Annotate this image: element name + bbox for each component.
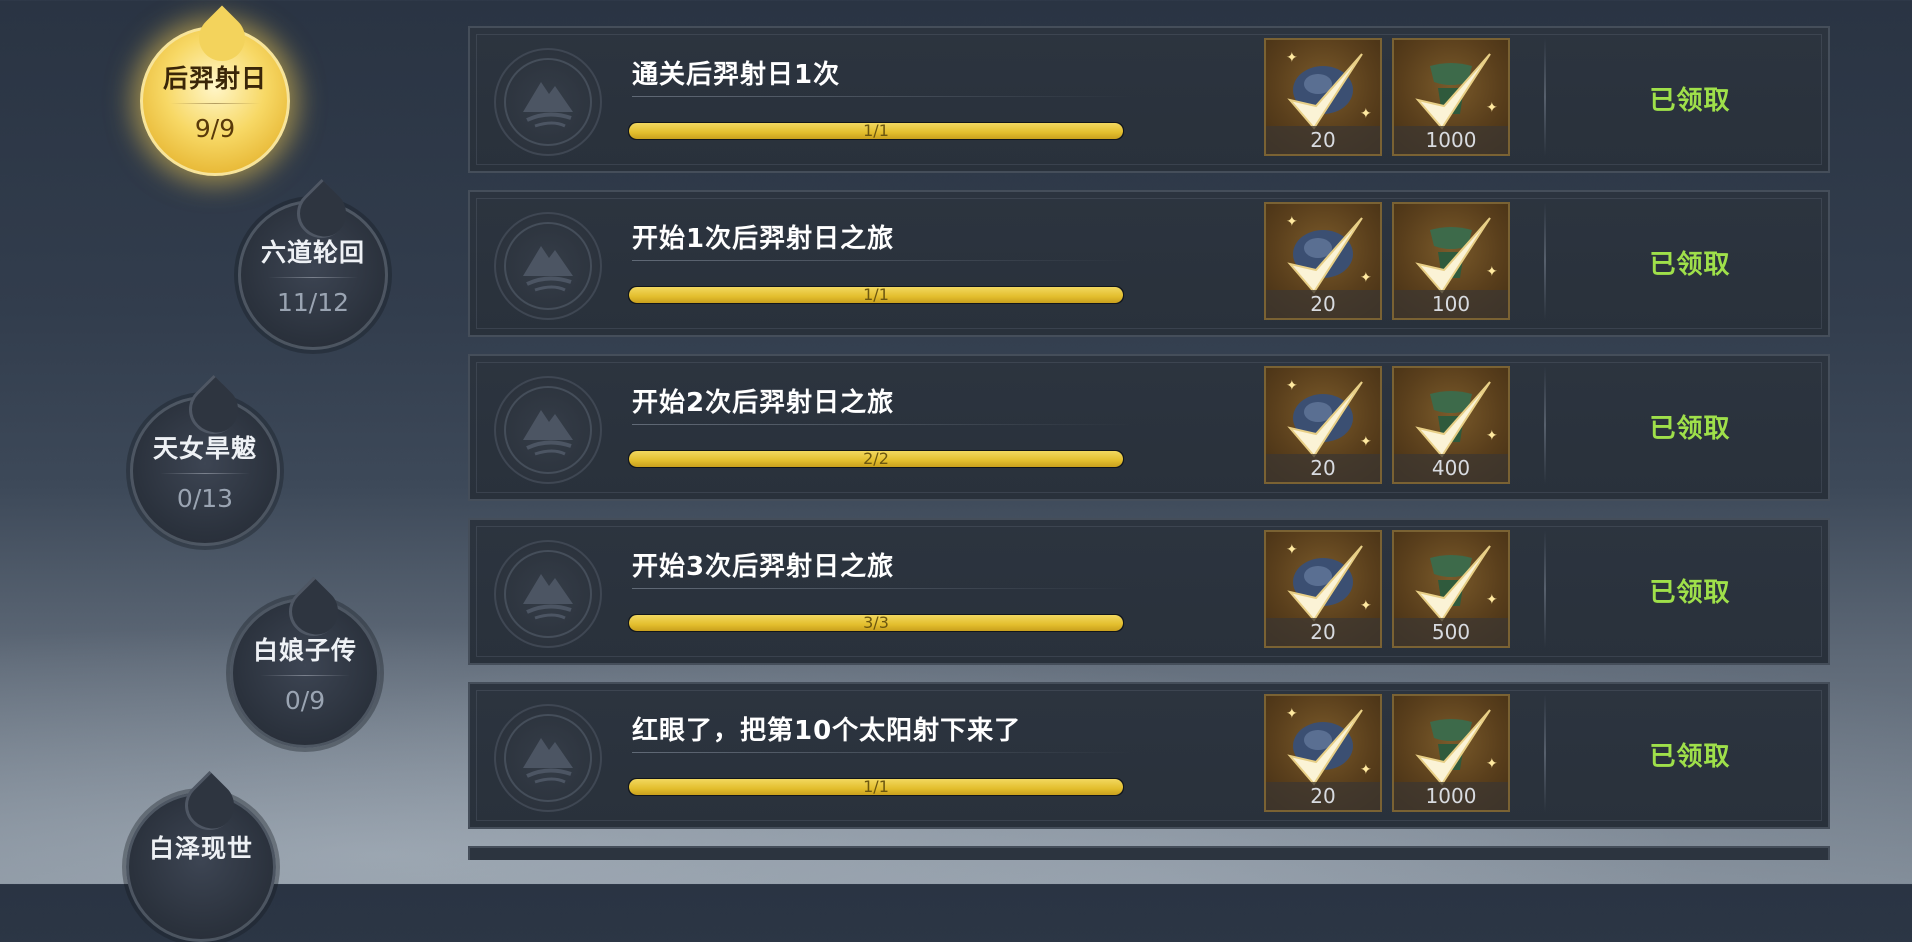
card-divider <box>1544 202 1546 320</box>
task-card: 红眼了，把第10个太阳射下来了 1/1 ✦ ✦ 20 ✦ 1000 已领取 <box>468 682 1830 829</box>
chapter-separator <box>260 675 350 676</box>
progress-label: 2/2 <box>863 450 889 468</box>
claimed-status: 已领取 <box>1649 86 1731 116</box>
check-icon <box>1415 53 1491 130</box>
check-icon <box>1415 381 1491 458</box>
reward-slot[interactable]: ✦ 1000 <box>1392 38 1510 156</box>
reward-slot[interactable]: ✦ ✦ 20 <box>1264 694 1382 812</box>
card-divider <box>1544 694 1546 812</box>
mountain-emblem-icon <box>494 704 602 812</box>
title-underline <box>632 96 1132 97</box>
check-icon <box>1415 545 1491 622</box>
mountain-emblem-icon <box>494 48 602 156</box>
claimed-status: 已领取 <box>1649 742 1731 772</box>
task-title: 通关后羿射日1次 <box>632 60 841 90</box>
reward-quantity: 20 <box>1266 618 1380 646</box>
chapter-progress: 0/9 <box>284 686 326 715</box>
chapter-separator <box>170 103 260 104</box>
card-divider <box>1544 366 1546 484</box>
next-task-card-partial <box>468 846 1830 860</box>
progress-label: 1/1 <box>863 286 889 304</box>
reward-quantity: 1000 <box>1394 126 1508 154</box>
task-progress-bar: 2/2 <box>628 450 1124 468</box>
chapter-name: 天女旱魃 <box>152 434 257 463</box>
claimed-status: 已领取 <box>1649 414 1731 444</box>
reward-quantity: 400 <box>1394 454 1508 482</box>
reward-slot[interactable]: ✦ 1000 <box>1392 694 1510 812</box>
chapter-progress: 0/13 <box>176 484 234 513</box>
chapter-separator <box>160 473 250 474</box>
chapter-node-houyi[interactable]: 后羿射日 9/9 <box>140 5 290 176</box>
task-progress-bar: 1/1 <box>628 122 1124 140</box>
reward-quantity: 1000 <box>1394 782 1508 810</box>
task-card: 通关后羿射日1次 1/1 ✦ ✦ 20 ✦ 1000 已领取 <box>468 26 1830 173</box>
task-card: 开始2次后羿射日之旅 2/2 ✦ ✦ 20 ✦ 400 已领取 <box>468 354 1830 501</box>
chapter-node-bainiangzi[interactable]: 白娘子传 0/9 <box>230 576 380 748</box>
mountain-emblem-icon <box>494 212 602 320</box>
chapter-progress: 11/12 <box>276 288 350 317</box>
chapter-name: 白娘子传 <box>252 636 357 665</box>
task-card: 开始3次后羿射日之旅 3/3 ✦ ✦ 20 ✦ 500 已领取 <box>468 518 1830 665</box>
reward-quantity: 100 <box>1394 290 1508 318</box>
reward-slot[interactable]: ✦ ✦ 20 <box>1264 366 1382 484</box>
chapter-name: 白泽现世 <box>148 834 253 863</box>
reward-quantity: 20 <box>1266 290 1380 318</box>
reward-quantity: 500 <box>1394 618 1508 646</box>
progress-label: 1/1 <box>863 122 889 140</box>
chapter-node-baize[interactable]: 白泽现世 <box>126 770 276 942</box>
progress-label: 3/3 <box>863 614 889 632</box>
task-title: 红眼了，把第10个太阳射下来了 <box>632 716 1022 746</box>
chapter-name: 后羿射日 <box>162 64 267 93</box>
chapter-node-tiannv[interactable]: 天女旱魃 0/13 <box>130 374 280 546</box>
claimed-status: 已领取 <box>1649 250 1731 280</box>
title-underline <box>632 588 1132 589</box>
reward-quantity: 20 <box>1266 126 1380 154</box>
claimed-status: 已领取 <box>1649 578 1731 608</box>
card-divider <box>1544 530 1546 648</box>
progress-label: 1/1 <box>863 778 889 796</box>
reward-quantity: 20 <box>1266 782 1380 810</box>
check-icon <box>1415 217 1491 294</box>
reward-slot[interactable]: ✦ ✦ 20 <box>1264 530 1382 648</box>
mountain-emblem-icon <box>494 376 602 484</box>
reward-quantity: 20 <box>1266 454 1380 482</box>
task-progress-bar: 1/1 <box>628 778 1124 796</box>
mountain-emblem-icon <box>494 540 602 648</box>
chapter-separator <box>268 277 358 278</box>
title-underline <box>632 260 1132 261</box>
task-title: 开始3次后羿射日之旅 <box>632 552 895 582</box>
task-card: 开始1次后羿射日之旅 1/1 ✦ ✦ 20 ✦ 100 已领取 <box>468 190 1830 337</box>
reward-slot[interactable]: ✦ ✦ 20 <box>1264 202 1382 320</box>
task-list[interactable]: 通关后羿射日1次 1/1 ✦ ✦ 20 ✦ 1000 已领取 开始1次后羿射日之… <box>468 26 1830 860</box>
task-progress-bar: 1/1 <box>628 286 1124 304</box>
task-progress-bar: 3/3 <box>628 614 1124 632</box>
reward-slot[interactable]: ✦ 400 <box>1392 366 1510 484</box>
check-icon <box>1415 709 1491 786</box>
title-underline <box>632 752 1132 753</box>
title-underline <box>632 424 1132 425</box>
reward-slot[interactable]: ✦ 100 <box>1392 202 1510 320</box>
task-title: 开始2次后羿射日之旅 <box>632 388 895 418</box>
reward-slot[interactable]: ✦ 500 <box>1392 530 1510 648</box>
chapter-node-liudao[interactable]: 六道轮回 11/12 <box>238 178 388 350</box>
chapter-progress: 9/9 <box>194 114 236 143</box>
task-title: 开始1次后羿射日之旅 <box>632 224 895 254</box>
chapter-name: 六道轮回 <box>260 238 365 267</box>
card-divider <box>1544 38 1546 156</box>
reward-slot[interactable]: ✦ ✦ 20 <box>1264 38 1382 156</box>
